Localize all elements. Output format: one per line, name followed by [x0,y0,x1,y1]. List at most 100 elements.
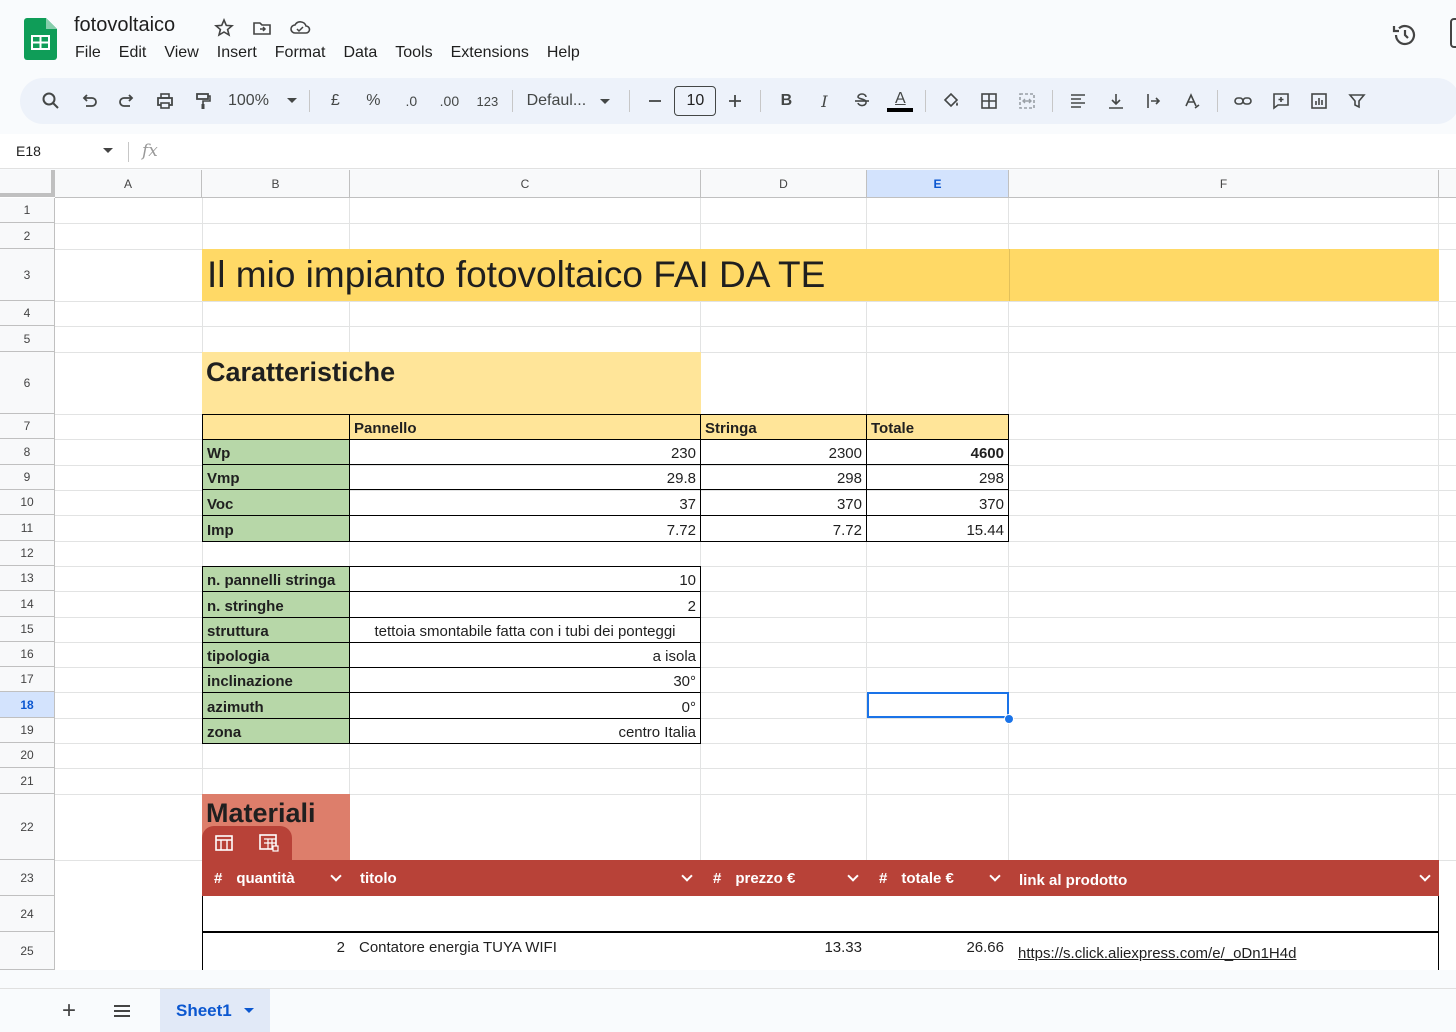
row-header[interactable]: 7 [0,414,55,439]
table2-value[interactable]: 30° [349,667,701,693]
table1-cell[interactable]: 4600 [866,439,1009,465]
table2-label[interactable]: struttura [202,617,350,643]
text-color-button[interactable]: A [885,85,915,117]
table1-cell[interactable]: 298 [700,464,867,490]
column-totale[interactable]: # totale € [867,860,1009,896]
fill-handle[interactable] [1004,714,1014,724]
table2-label[interactable]: inclinazione [202,667,350,693]
search-menus-icon[interactable] [36,85,66,117]
column-header-a[interactable]: A [55,170,202,198]
document-title[interactable]: fotovoltaico [74,14,175,37]
row-header[interactable]: 16 [0,642,55,667]
chevron-down-icon[interactable] [243,1008,254,1013]
all-sheets-icon[interactable] [112,1003,132,1019]
menu-view[interactable]: View [155,42,207,64]
column-link[interactable]: link al prodotto [1009,860,1439,896]
row-header[interactable]: 14 [0,591,55,617]
materials-empty-row[interactable] [202,896,1439,932]
name-box[interactable]: E18 [16,143,41,159]
chevron-down-icon[interactable] [681,870,693,882]
font-size-input[interactable]: 10 [674,86,717,116]
row-header[interactable]: 22 [0,794,55,860]
sheets-logo-icon[interactable] [24,18,57,60]
fill-color-icon[interactable] [936,85,966,117]
materials-cell-prezzo[interactable]: 13.33 [700,932,867,970]
strikethrough-icon[interactable] [847,85,877,117]
currency-button[interactable]: £ [320,85,350,117]
chevron-down-icon[interactable] [989,870,1001,882]
font-select[interactable]: Defaul... [523,85,613,117]
spreadsheet-grid[interactable]: A B C D E F 1 2 3 4 5 6 7 8 9 10 11 12 1… [0,170,1456,970]
more-formats-button[interactable]: 123 [472,85,502,117]
star-icon[interactable] [212,16,236,40]
table2-value[interactable]: 2 [349,591,701,618]
row-header[interactable]: 23 [0,860,55,896]
table2-label[interactable]: n. pannelli stringa [202,566,350,592]
table1-cell[interactable]: 298 [866,464,1009,490]
table1-row-label[interactable]: Voc [202,489,350,516]
vertical-align-icon[interactable] [1101,85,1131,117]
table2-value[interactable]: 0° [349,692,701,719]
table2-value[interactable]: tettoia smontabile fatta con i tubi dei … [349,617,701,643]
table1-cell[interactable]: 2300 [700,439,867,465]
text-rotation-icon[interactable] [1177,85,1207,117]
table2-value[interactable]: a isola [349,642,701,668]
row-header[interactable]: 9 [0,465,55,490]
column-header-d[interactable]: D [701,170,867,198]
insert-comment-icon[interactable] [1266,85,1296,117]
select-all-corner[interactable] [0,170,55,197]
selected-cell-e18[interactable] [867,692,1009,718]
table1-header-stringa[interactable]: Stringa [700,414,867,440]
caratteristiche-heading[interactable]: Caratteristiche [202,352,701,414]
row-header[interactable]: 15 [0,617,55,642]
row-header[interactable]: 10 [0,490,55,515]
row-header[interactable]: 12 [0,541,55,566]
row-header[interactable]: 2 [0,223,55,249]
table1-cell[interactable]: 370 [866,489,1009,516]
chevron-down-icon[interactable] [847,870,859,882]
materials-cell-totale[interactable]: 26.66 [866,932,1009,970]
table1-row-label[interactable]: Imp [202,515,350,542]
menu-format[interactable]: Format [266,42,335,64]
sheet-tab-sheet1[interactable]: Sheet1 [160,989,270,1032]
table1-cell[interactable]: 37 [349,489,701,516]
redo-icon[interactable] [112,85,142,117]
table1-cell[interactable]: 230 [349,439,701,465]
horizontal-align-icon[interactable] [1063,85,1093,117]
title-cell-f[interactable] [1009,249,1439,301]
add-sheet-button[interactable]: + [62,997,76,1025]
filter-icon[interactable] [1342,85,1372,117]
column-header-f[interactable]: F [1009,170,1439,198]
row-header[interactable]: 11 [0,515,55,541]
print-icon[interactable] [150,85,180,117]
chevron-down-icon[interactable] [103,148,113,153]
comments-icon[interactable] [1450,18,1456,48]
table1-cell[interactable]: 370 [700,489,867,516]
font-size-increase-icon[interactable] [720,85,750,117]
column-header-b[interactable]: B [202,170,350,198]
table1-cell[interactable]: 15.44 [866,515,1009,542]
cloud-status-icon[interactable] [288,16,312,40]
insert-link-icon[interactable] [1228,85,1258,117]
table1-header-empty[interactable] [202,414,350,440]
table1-row-label[interactable]: Wp [202,439,350,465]
move-folder-icon[interactable] [250,16,274,40]
column-header-c[interactable]: C [350,170,701,198]
row-header[interactable]: 4 [0,301,55,326]
menu-file[interactable]: File [66,42,110,64]
row-header[interactable]: 24 [0,896,55,932]
increase-decimal-button[interactable]: .00 [434,85,464,117]
undo-icon[interactable] [74,85,104,117]
sheet-title-cell[interactable]: Il mio impianto fotovoltaico FAI DA TE [202,249,867,301]
table1-cell[interactable]: 7.72 [349,515,701,542]
row-header[interactable]: 20 [0,743,55,768]
column-header-g[interactable] [1439,170,1456,198]
menu-tools[interactable]: Tools [386,42,441,64]
menu-insert[interactable]: Insert [208,42,266,64]
version-history-icon[interactable] [1390,20,1420,50]
menu-extensions[interactable]: Extensions [442,42,538,64]
table-view-icon[interactable] [215,835,233,851]
row-header[interactable]: 1 [0,198,55,223]
row-header[interactable]: 25 [0,932,55,970]
materials-cell-link[interactable]: https://s.click.aliexpress.com/e/_oDn1H4… [1008,932,1439,970]
